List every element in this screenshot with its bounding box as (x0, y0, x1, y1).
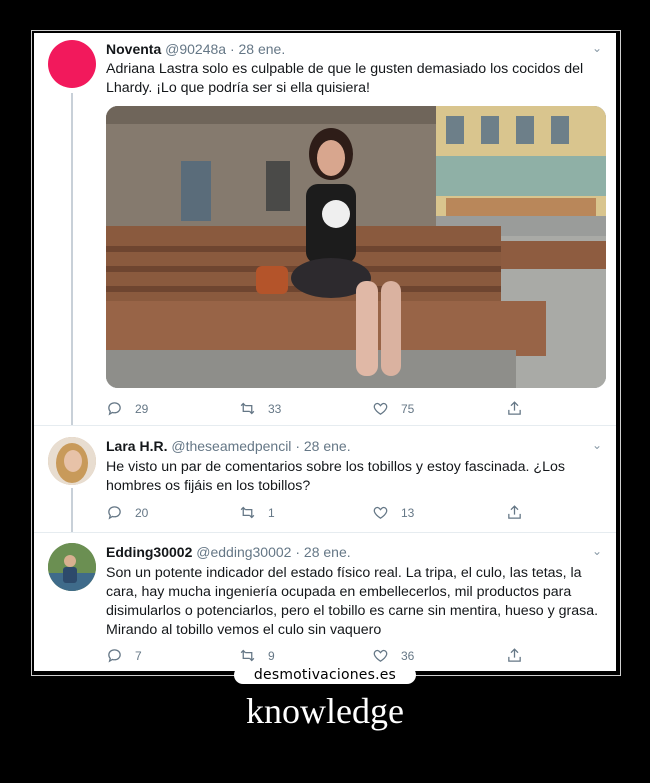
author-handle[interactable]: @theseamedpencil (171, 438, 291, 454)
tweet-photo[interactable] (106, 106, 606, 388)
separator-dot: · (295, 438, 300, 454)
chevron-down-icon[interactable]: ⌄ (592, 438, 602, 452)
retweet-button[interactable]: 1 (239, 504, 275, 521)
share-button[interactable] (506, 647, 523, 664)
chevron-down-icon[interactable]: ⌄ (592, 544, 602, 558)
tweet-actions: 29 33 75 (106, 400, 526, 420)
retweet-button[interactable]: 33 (239, 400, 281, 417)
tweet-date[interactable]: 28 ene. (304, 544, 351, 560)
tweet-text: He visto un par de comentarios sobre los… (106, 459, 565, 494)
like-count: 13 (401, 505, 415, 520)
share-button[interactable] (506, 400, 523, 417)
photo-illustration (106, 106, 606, 388)
share-icon (508, 505, 521, 519)
avatar[interactable] (48, 543, 96, 591)
avatar-photo (48, 543, 96, 591)
retweet-count: 1 (268, 505, 275, 520)
reply-icon (108, 506, 121, 520)
retweet-count: 9 (268, 648, 275, 663)
reply-count: 29 (135, 401, 149, 416)
tweet-screenshot: Noventa @90248a · 28 ene. ⌄ Adriana Last… (34, 33, 616, 671)
author-handle[interactable]: @90248a (165, 41, 226, 57)
thread-line (71, 488, 73, 532)
retweet-count: 33 (268, 401, 282, 416)
like-count: 36 (401, 648, 415, 663)
separator-dot: · (229, 41, 235, 57)
tweet-date[interactable]: 28 ene. (239, 41, 286, 57)
reply-icon (108, 649, 121, 663)
thread-line (71, 93, 73, 425)
share-button[interactable] (506, 504, 523, 521)
reply-icon (108, 402, 121, 416)
retweet-icon (240, 402, 255, 415)
reply-count: 7 (135, 648, 142, 663)
heart-icon (373, 506, 388, 519)
tweet-header: Lara H.R. @theseamedpencil · 28 ene. (106, 438, 351, 454)
author-name[interactable]: Edding30002 (106, 544, 192, 560)
like-button[interactable]: 13 (372, 504, 414, 521)
avatar-photo (48, 437, 96, 485)
retweet-icon (240, 506, 255, 519)
author-name[interactable]: Noventa (106, 41, 161, 57)
avatar[interactable] (48, 437, 96, 485)
avatar[interactable] (48, 40, 96, 88)
separator-dot: · (295, 544, 301, 560)
reply-button[interactable]: 29 (106, 400, 148, 417)
like-button[interactable]: 75 (372, 400, 414, 417)
tweet-2: Lara H.R. @theseamedpencil · 28 ene. ⌄ H… (34, 426, 616, 532)
tweet-header: Noventa @90248a · 28 ene. (106, 41, 285, 57)
tweet-text: Adriana Lastra solo es culpable de que l… (106, 61, 584, 96)
tweet-date[interactable]: 28 ene. (304, 438, 351, 454)
like-button[interactable]: 36 (372, 647, 414, 664)
tweet-actions: 20 1 13 (106, 504, 526, 524)
heart-icon (373, 649, 388, 662)
chevron-down-icon[interactable]: ⌄ (592, 41, 602, 55)
author-handle[interactable]: @edding30002 (196, 544, 291, 560)
reply-count: 20 (135, 505, 149, 520)
retweet-icon (240, 649, 255, 662)
poster-caption: knowledge (246, 691, 404, 731)
tweet-3: Edding30002 @edding30002 · 28 ene. ⌄ Son… (34, 533, 616, 671)
share-icon (508, 648, 521, 662)
heart-icon (373, 402, 388, 415)
tweet-text: Son un potente indicador del estado físi… (106, 565, 599, 638)
tweet-actions: 7 9 36 (106, 647, 526, 667)
share-icon (508, 401, 521, 415)
site-logo[interactable]: desmotivaciones.es (234, 666, 416, 684)
tweet-1: Noventa @90248a · 28 ene. ⌄ Adriana Last… (34, 33, 616, 425)
retweet-button[interactable]: 9 (239, 647, 275, 664)
tweet-header: Edding30002 @edding30002 · 28 ene. (106, 544, 351, 560)
reply-button[interactable]: 7 (106, 647, 142, 664)
reply-button[interactable]: 20 (106, 504, 148, 521)
like-count: 75 (401, 401, 415, 416)
author-name[interactable]: Lara H.R. (106, 438, 167, 454)
